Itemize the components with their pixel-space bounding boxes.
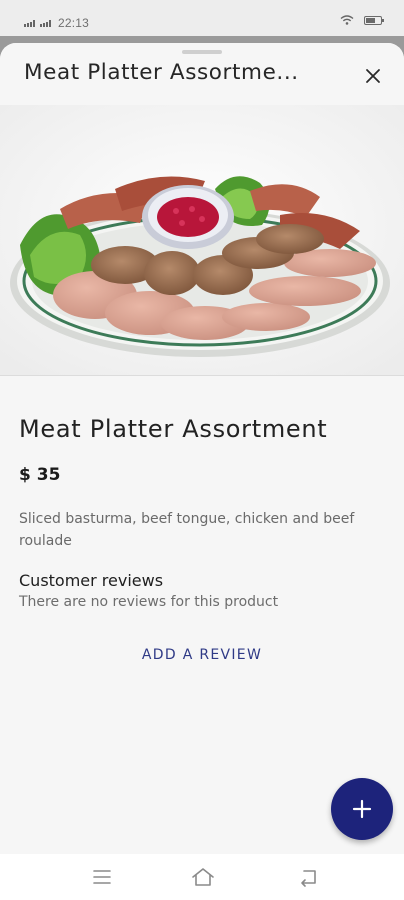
close-button[interactable] <box>359 62 387 90</box>
status-right <box>340 15 384 25</box>
navigation-bar <box>0 854 404 900</box>
status-time: 22:13 <box>58 16 90 30</box>
menu-button[interactable] <box>86 864 118 890</box>
add-to-cart-fab[interactable] <box>331 778 393 840</box>
sheet-header: Meat Platter Assortme... <box>0 43 404 105</box>
product-image <box>0 105 404 376</box>
meat-platter-photo <box>0 105 404 375</box>
signal-icon <box>40 19 51 27</box>
battery-fill <box>366 17 375 23</box>
home-button[interactable] <box>187 864 219 890</box>
wifi-icon <box>340 15 354 25</box>
product-price: $ 35 <box>19 465 61 485</box>
sheet-title: Meat Platter Assortme... <box>24 60 299 85</box>
drag-handle[interactable] <box>182 50 222 54</box>
home-icon <box>192 868 214 886</box>
plus-icon <box>352 799 372 819</box>
product-sheet: Meat Platter Assortme... Meat Platter As… <box>0 43 404 854</box>
product-name: Meat Platter Assortment <box>19 415 328 443</box>
add-review-button[interactable]: ADD A REVIEW <box>122 641 282 669</box>
back-icon <box>301 870 316 887</box>
signal-icon <box>24 19 35 27</box>
product-description: Sliced basturma, beef tongue, chicken an… <box>19 511 355 549</box>
reviews-heading: Customer reviews <box>19 571 164 590</box>
status-bar: 22:13 <box>0 0 404 36</box>
status-left: 22:13 <box>24 16 89 30</box>
battery-icon <box>364 15 384 25</box>
back-button[interactable] <box>292 864 324 890</box>
close-icon <box>366 69 380 83</box>
menu-icon <box>93 870 111 884</box>
reviews-empty-text: There are no reviews for this product <box>19 594 279 610</box>
